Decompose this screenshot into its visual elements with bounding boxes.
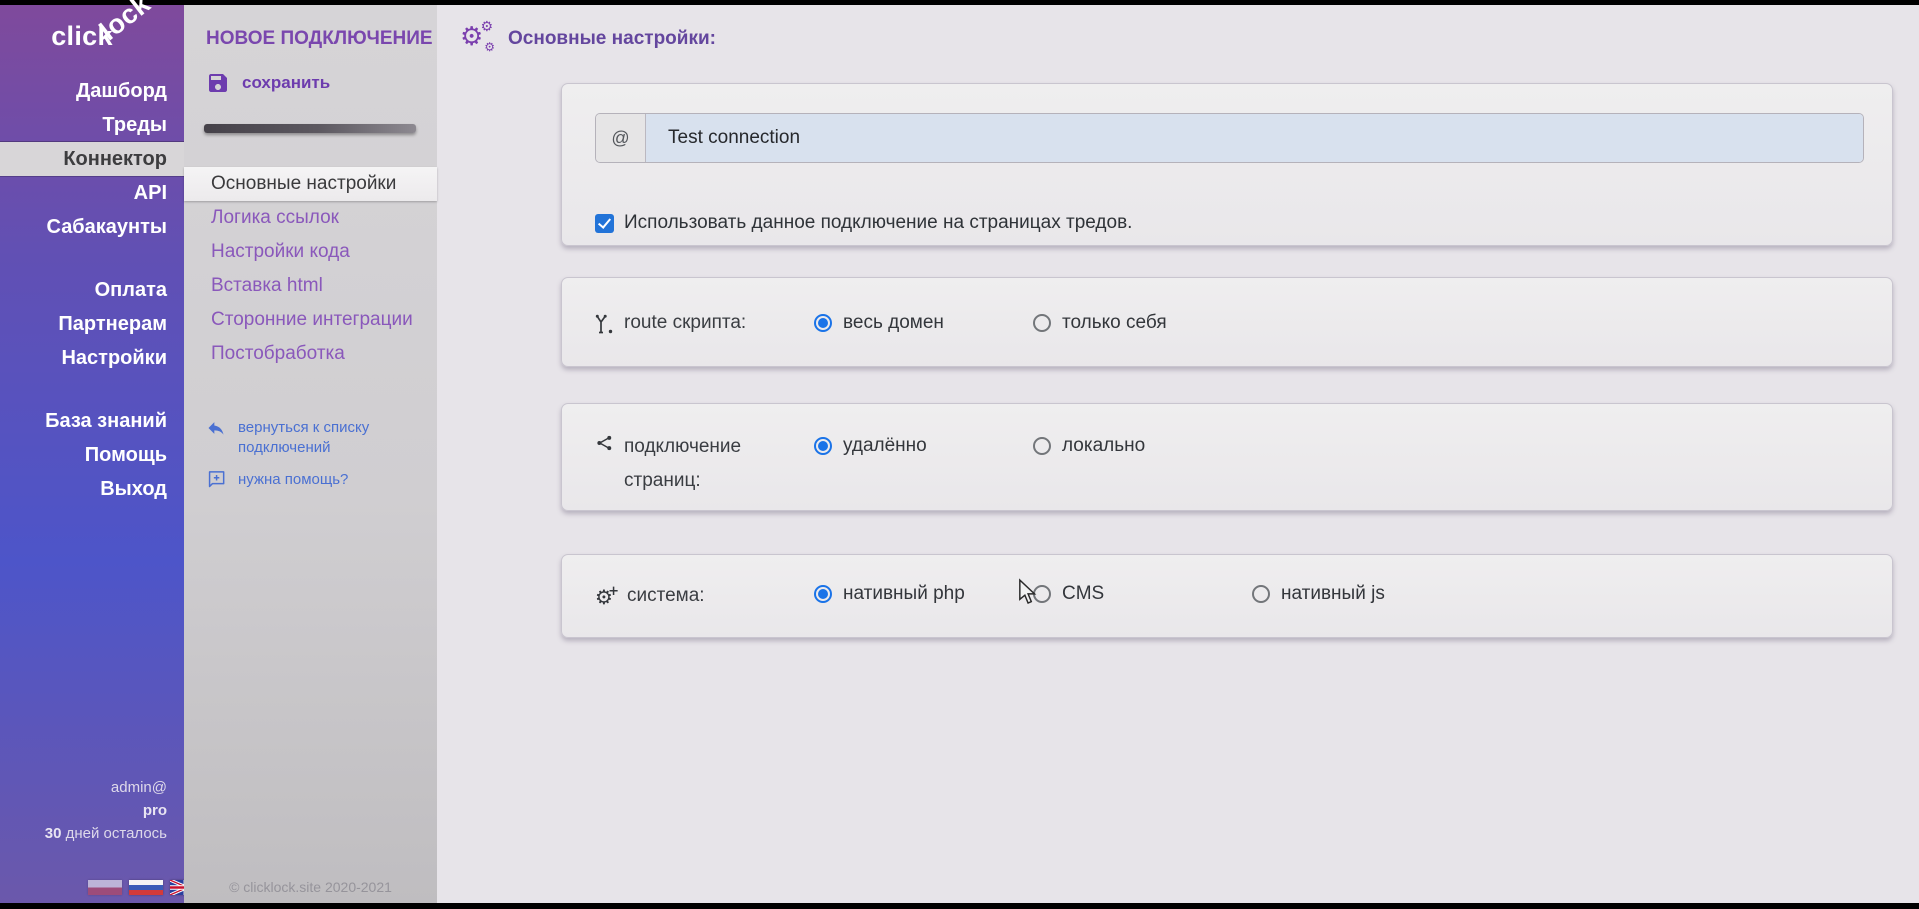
radio-button[interactable]	[1252, 585, 1270, 603]
connection-name-input[interactable]	[646, 114, 1863, 162]
sidebar-item-knowledge-base[interactable]: База знаний	[0, 404, 184, 438]
account-plan: pro	[45, 799, 167, 822]
flag-russia-icon[interactable]	[129, 880, 163, 895]
radio-label: только себя	[1062, 312, 1167, 334]
route-icon	[595, 313, 614, 334]
system-label: ⚙+ система:	[595, 583, 800, 609]
radio-button[interactable]	[1033, 437, 1051, 455]
route-script-card: route скрипта: весь домен только себя	[561, 277, 1893, 367]
system-card: ⚙+ система: нативный php CMS нативный js	[561, 554, 1893, 638]
sidebar-item-partners[interactable]: Партнерам	[0, 307, 184, 341]
page-title: НОВОЕ ПОДКЛЮЧЕНИЕ	[206, 28, 433, 50]
radio-local[interactable]: локально	[1033, 435, 1145, 457]
subnav-item-third-party-integrations[interactable]: Сторонние интеграции	[184, 303, 437, 337]
main-content: ⚙⚙⚙ Основные настройки: @ Использовать д…	[437, 5, 1919, 903]
subnav-item-post-processing[interactable]: Постобработка	[184, 337, 437, 371]
connector-subnav: НОВОЕ ПОДКЛЮЧЕНИЕ сохранить Основные нас…	[184, 5, 437, 903]
back-arrow-icon	[206, 418, 226, 438]
subnav-menu: Основные настройки Логика ссылок Настрой…	[184, 167, 437, 371]
gear-plus-icon: ⚙+	[595, 586, 617, 608]
radio-native-php[interactable]: нативный php	[814, 583, 965, 605]
radio-only-self[interactable]: только себя	[1033, 312, 1167, 334]
sidebar-item-connector[interactable]: Коннектор	[0, 142, 184, 176]
radio-button[interactable]	[814, 314, 832, 332]
app-window: clicklock Дашборд Треды Коннектор API Са…	[0, 5, 1919, 903]
save-button-label: сохранить	[242, 73, 330, 93]
back-to-list-link[interactable]: вернуться к списку подключений	[206, 418, 388, 458]
at-prefix: @	[596, 114, 646, 162]
sidebar-item-threads[interactable]: Треды	[0, 108, 184, 142]
clicklock-logo: clicklock	[51, 21, 168, 52]
mouse-cursor	[1018, 578, 1040, 611]
account-info: admin@ pro 30 дней осталось	[45, 776, 167, 845]
help-link-label: нужна помощь?	[238, 471, 348, 488]
sidebar-item-dashboard[interactable]: Дашборд	[0, 74, 184, 108]
radio-label: нативный php	[843, 583, 965, 605]
sidebar-item-subaccounts[interactable]: Сабакаунты	[0, 210, 184, 244]
sidebar-item-help[interactable]: Помощь	[0, 438, 184, 472]
share-icon	[595, 433, 614, 453]
page-connection-card: подключение страниц: удалённо локально	[561, 403, 1893, 511]
sidebar-item-payment[interactable]: Оплата	[0, 273, 184, 307]
radio-cms[interactable]: CMS	[1033, 583, 1104, 605]
sidebar-item-settings[interactable]: Настройки	[0, 341, 184, 375]
radio-native-js[interactable]: нативный js	[1252, 583, 1385, 605]
sidebar-item-api[interactable]: API	[0, 176, 184, 210]
route-script-label: route скрипта:	[595, 310, 800, 336]
radio-button[interactable]	[814, 585, 832, 603]
subnav-divider	[204, 124, 416, 133]
feedback-icon	[206, 469, 226, 489]
radio-label: локально	[1062, 435, 1145, 457]
use-on-threads-checkbox[interactable]	[595, 214, 614, 233]
radio-label: удалённо	[843, 435, 927, 457]
save-button[interactable]: сохранить	[206, 71, 330, 95]
radio-button[interactable]	[1033, 314, 1051, 332]
content-heading-title: Основные настройки:	[508, 28, 716, 50]
use-on-threads-label: Использовать данное подключение на стран…	[624, 212, 1132, 234]
radio-label: весь домен	[843, 312, 944, 334]
account-days-left: 30 дней осталось	[45, 822, 167, 845]
sidebar-menu: Дашборд Треды Коннектор API Сабакаунты О…	[0, 74, 184, 506]
radio-remote[interactable]: удалённо	[814, 435, 927, 457]
subnav-item-link-logic[interactable]: Логика ссылок	[184, 201, 437, 235]
radio-label: нативный js	[1281, 583, 1385, 605]
sidebar: clicklock Дашборд Треды Коннектор API Са…	[0, 5, 184, 903]
content-heading: ⚙⚙⚙ Основные настройки:	[460, 23, 716, 55]
connection-name-card: @ Использовать данное подключение на стр…	[561, 83, 1893, 246]
account-email: admin@	[45, 776, 167, 799]
connection-name-input-group: @	[595, 113, 1864, 163]
subnav-item-main-settings[interactable]: Основные настройки	[184, 167, 437, 201]
save-floppy-icon	[206, 71, 230, 95]
flag-faded-icon[interactable]	[88, 880, 122, 895]
page-connection-label: подключение страниц:	[595, 430, 800, 498]
back-link-label: вернуться к списку подключений	[238, 418, 388, 458]
subnav-item-code-settings[interactable]: Настройки кода	[184, 235, 437, 269]
radio-whole-domain[interactable]: весь домен	[814, 312, 944, 334]
radio-button[interactable]	[814, 437, 832, 455]
radio-label: CMS	[1062, 583, 1104, 605]
subnav-item-html-insert[interactable]: Вставка html	[184, 269, 437, 303]
gears-icon: ⚙⚙⚙	[460, 23, 496, 55]
sidebar-item-logout[interactable]: Выход	[0, 472, 184, 506]
use-on-threads-row[interactable]: Использовать данное подключение на стран…	[595, 212, 1132, 234]
copyright: © clicklock.site 2020-2021	[184, 879, 437, 895]
need-help-link[interactable]: нужна помощь?	[206, 469, 348, 489]
